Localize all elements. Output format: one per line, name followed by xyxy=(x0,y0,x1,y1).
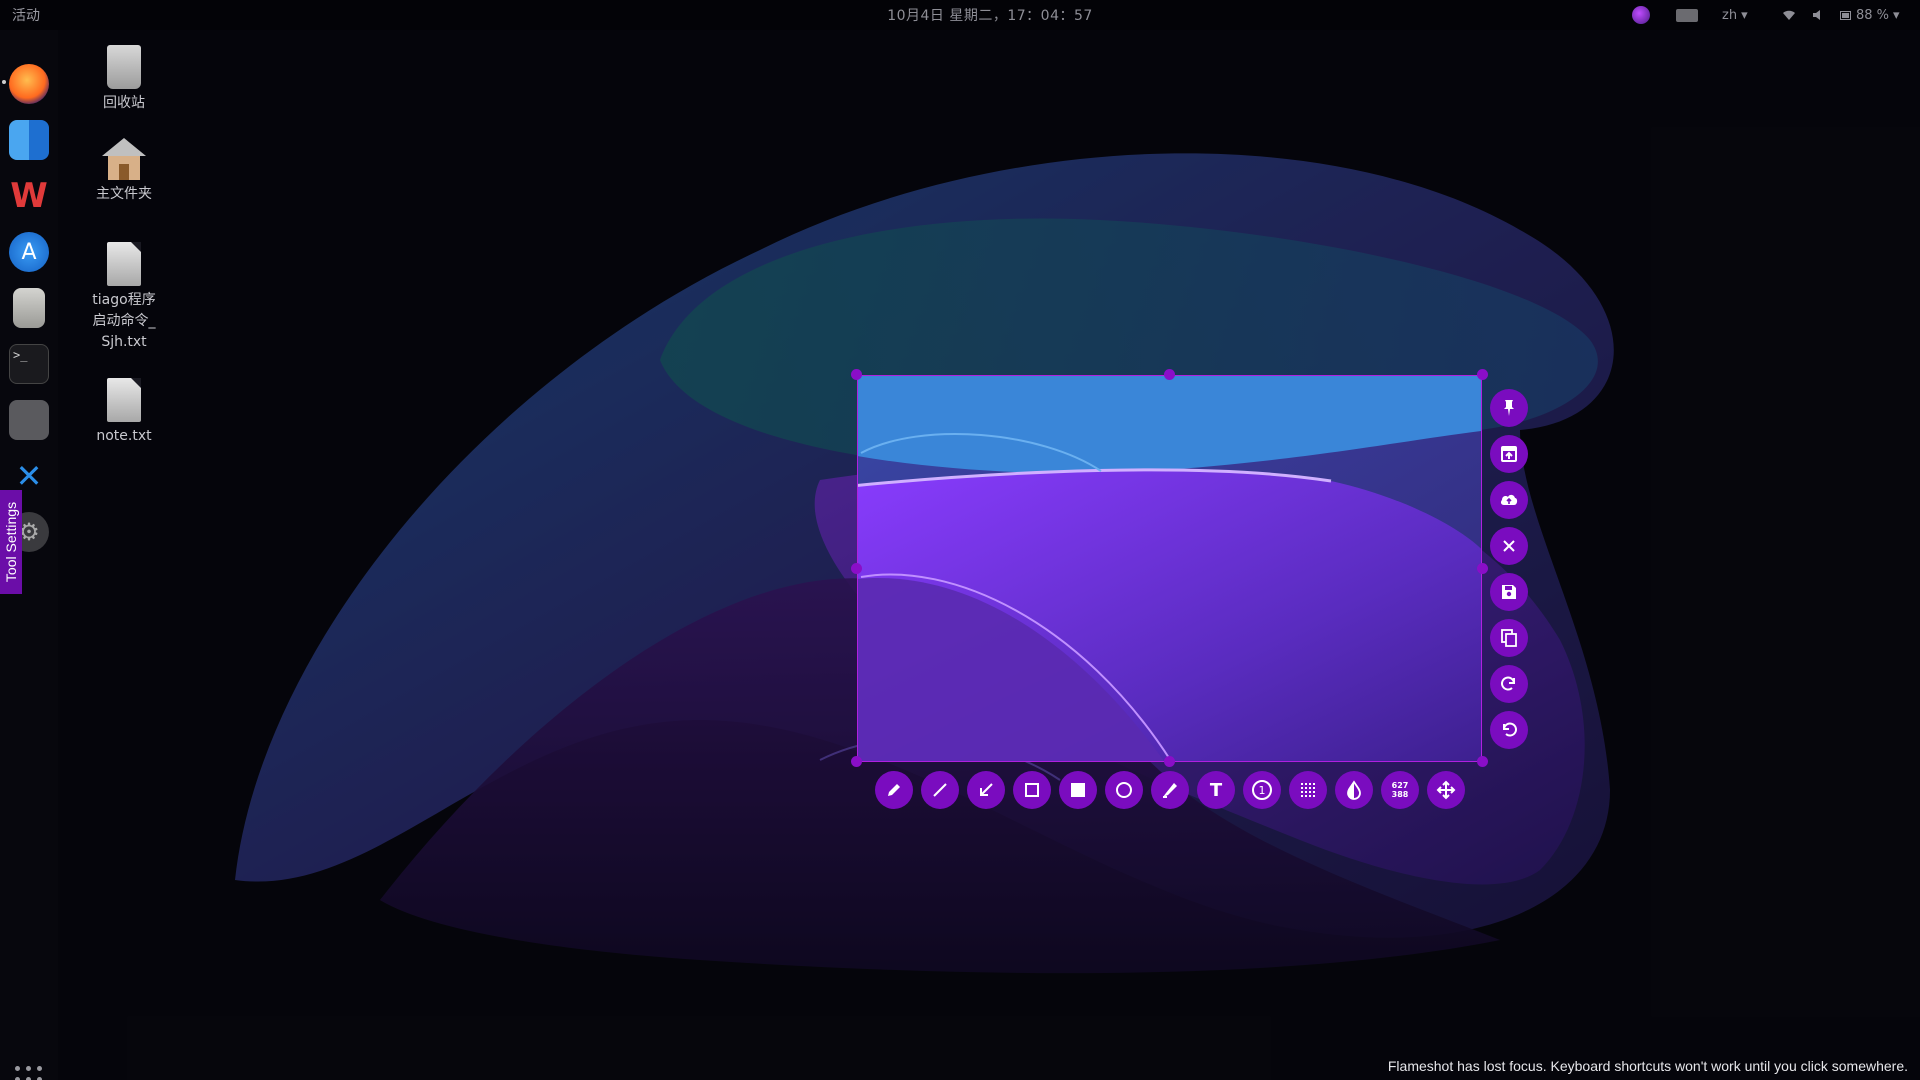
upload-icon xyxy=(1500,494,1518,505)
pixelate-icon xyxy=(1301,783,1315,797)
circle-icon xyxy=(1116,782,1132,798)
filled-rectangle-icon xyxy=(1071,783,1085,797)
resize-handle-top[interactable] xyxy=(1164,369,1175,380)
tool-settings-label: Tool Settings xyxy=(3,501,20,583)
flameshot-tray-icon[interactable] xyxy=(1632,4,1652,26)
pencil-tool-button[interactable] xyxy=(875,771,913,809)
text-file-icon xyxy=(107,242,141,286)
desktop-icon-tiago-file[interactable]: tiago程序启动命令_Sjh.txt xyxy=(69,242,179,353)
top-bar: 活动 10月4日 星期二，17：04：57 zh ▾ 88 % ▾ xyxy=(0,0,1920,30)
line-tool-button[interactable] xyxy=(921,771,959,809)
show-applications-icon[interactable] xyxy=(15,1066,43,1080)
text-icon: T xyxy=(1209,779,1223,801)
arrow-tool-button[interactable] xyxy=(967,771,1005,809)
volume-icon[interactable] xyxy=(1812,4,1826,26)
trash-icon xyxy=(107,45,141,89)
invert-icon xyxy=(1347,780,1361,800)
pencil-icon xyxy=(888,784,900,796)
filled-rectangle-tool-button[interactable] xyxy=(1059,771,1097,809)
text-editor-icon[interactable] xyxy=(13,288,45,328)
rectangle-icon xyxy=(1025,783,1039,797)
language-label: zh xyxy=(1722,7,1738,23)
battery-indicator[interactable]: 88 % ▾ xyxy=(1840,4,1900,26)
wps-office-icon[interactable]: W xyxy=(9,176,49,216)
resize-handle-top-right[interactable] xyxy=(1477,369,1488,380)
desktop-icon-label: 回收站 xyxy=(103,95,145,111)
upload-button[interactable] xyxy=(1490,481,1528,519)
close-icon xyxy=(1503,540,1515,552)
firefox-icon[interactable] xyxy=(9,64,49,104)
desktop-screen: 活动 10月4日 星期二，17：04：57 zh ▾ 88 % ▾ W A >_… xyxy=(0,0,1920,1080)
tool-settings-tab[interactable]: Tool Settings xyxy=(0,490,22,594)
battery-percent: 88 % xyxy=(1856,7,1890,23)
text-tool-button[interactable]: T xyxy=(1197,771,1235,809)
resize-handle-right[interactable] xyxy=(1477,563,1488,574)
line-icon xyxy=(933,783,947,797)
resize-handle-bottom-right[interactable] xyxy=(1477,756,1488,767)
move-selection-button[interactable] xyxy=(1427,771,1465,809)
capture-selection[interactable] xyxy=(857,375,1482,762)
move-icon xyxy=(1436,780,1456,800)
home-folder-icon xyxy=(102,138,146,180)
running-indicator xyxy=(2,80,6,84)
selection-width: 627 xyxy=(1391,781,1409,790)
desktop-icon-note-file[interactable]: note.txt xyxy=(69,378,179,447)
resize-handle-bottom-left[interactable] xyxy=(851,756,862,767)
chevron-down-icon: ▾ xyxy=(1893,7,1900,23)
desktop-icon-label: tiago程序启动命令_Sjh.txt xyxy=(92,292,156,350)
open-with-app-button[interactable] xyxy=(1490,435,1528,473)
resize-handle-bottom[interactable] xyxy=(1164,756,1175,767)
copy-button[interactable] xyxy=(1490,619,1528,657)
screen-indicator-icon[interactable] xyxy=(1676,4,1698,26)
battery-icon xyxy=(1840,10,1851,20)
save-icon xyxy=(1502,585,1516,599)
copy-icon xyxy=(1501,629,1517,647)
desktop-icon-trash[interactable]: 回收站 xyxy=(69,45,179,114)
redo-icon xyxy=(1501,676,1515,691)
language-selector[interactable]: zh ▾ xyxy=(1722,4,1748,26)
desktop-icon-home[interactable]: 主文件夹 xyxy=(69,138,179,205)
selection-wallpaper xyxy=(858,376,1481,761)
pin-button[interactable] xyxy=(1490,389,1528,427)
close-button[interactable] xyxy=(1490,527,1528,565)
counter-tool-button[interactable]: 1 xyxy=(1243,771,1281,809)
arrow-icon xyxy=(980,783,993,796)
app-store-icon[interactable]: A xyxy=(9,232,49,272)
selection-size-readout: 627 388 xyxy=(1381,771,1419,809)
marker-tool-button[interactable] xyxy=(1151,771,1189,809)
desktop-icon-label: 主文件夹 xyxy=(96,186,152,202)
app-launcher-icon xyxy=(1501,446,1517,462)
size-readout: 627 388 xyxy=(1392,781,1409,799)
finder-icon[interactable] xyxy=(9,120,49,160)
save-button[interactable] xyxy=(1490,573,1528,611)
undo-icon xyxy=(1503,722,1517,737)
focus-lost-message: Flameshot has lost focus. Keyboard short… xyxy=(1387,1058,1908,1074)
circle-tool-button[interactable] xyxy=(1105,771,1143,809)
circle-counter-icon: 1 xyxy=(1252,780,1272,800)
selection-height: 388 xyxy=(1391,790,1409,799)
chevron-down-icon: ▾ xyxy=(1741,7,1748,23)
pixelate-tool-button[interactable] xyxy=(1289,771,1327,809)
wifi-icon[interactable] xyxy=(1782,4,1796,26)
undo-button[interactable] xyxy=(1490,711,1528,749)
text-file-icon xyxy=(107,378,141,422)
rectangle-tool-button[interactable] xyxy=(1013,771,1051,809)
resize-handle-top-left[interactable] xyxy=(851,369,862,380)
marker-icon xyxy=(1163,783,1177,798)
screenshot-icon[interactable] xyxy=(9,400,49,440)
resize-handle-left[interactable] xyxy=(851,563,862,574)
invert-tool-button[interactable] xyxy=(1335,771,1373,809)
redo-button[interactable] xyxy=(1490,665,1528,703)
terminal-icon[interactable]: >_ xyxy=(9,344,49,384)
desktop-icon-label: note.txt xyxy=(96,428,152,444)
pin-icon xyxy=(1504,400,1514,416)
